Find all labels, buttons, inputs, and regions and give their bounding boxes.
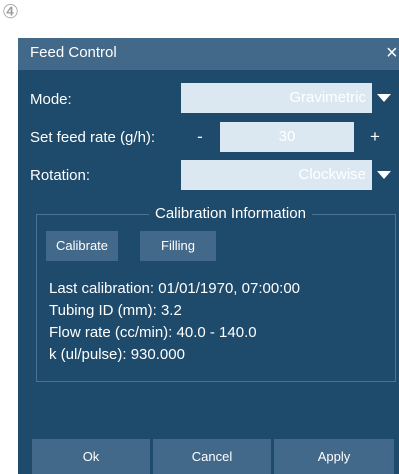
rotation-label: Rotation:	[30, 167, 91, 184]
close-icon[interactable]: ×	[386, 41, 398, 65]
rotation-dropdown-chevron-down-icon[interactable]	[374, 160, 394, 190]
tubing-id-text: Tubing ID (mm): 3.2	[49, 302, 182, 319]
apply-button[interactable]: Apply	[274, 439, 394, 474]
calibration-group-title: Calibration Information	[149, 205, 312, 222]
k-value-text: k (ul/pulse): 930.000	[49, 346, 185, 363]
mode-label: Mode:	[30, 91, 72, 108]
feed-rate-increment-button[interactable]: +	[356, 122, 394, 152]
mode-select[interactable]: Gravimetric	[181, 83, 372, 113]
filling-button[interactable]: Filling	[140, 231, 216, 261]
dialog-titlebar: Feed Control ×	[18, 38, 399, 70]
step-number-badge: ④	[2, 1, 20, 23]
feed-rate-input[interactable]: 30	[220, 122, 354, 152]
calibrate-button[interactable]: Calibrate	[46, 231, 118, 261]
calibration-info-group: Calibration Information Calibrate Fillin…	[36, 205, 396, 382]
feed-control-dialog: Feed Control × Mode: Gravimetric Set fee…	[18, 38, 399, 474]
cancel-button[interactable]: Cancel	[153, 439, 271, 474]
rotation-select[interactable]: Clockwise	[181, 160, 372, 190]
last-calibration-text: Last calibration: 01/01/1970, 07:00:00	[49, 280, 301, 297]
mode-dropdown-chevron-down-icon[interactable]	[374, 83, 394, 113]
flow-rate-text: Flow rate (cc/min): 40.0 - 140.0	[49, 324, 257, 341]
feed-rate-decrement-button[interactable]: -	[181, 122, 219, 152]
ok-button[interactable]: Ok	[32, 439, 150, 474]
dialog-title: Feed Control	[30, 44, 117, 61]
feed-rate-label: Set feed rate (g/h):	[30, 129, 156, 146]
